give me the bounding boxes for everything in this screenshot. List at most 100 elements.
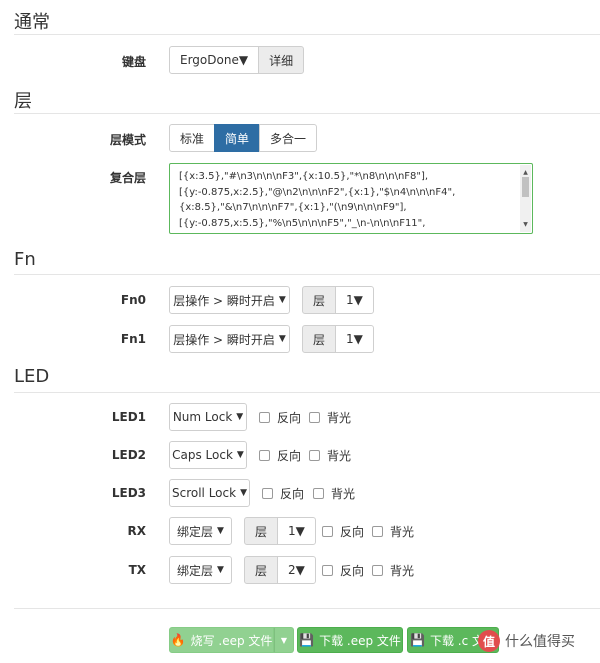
- checkbox-label: 反向: [340, 564, 365, 578]
- led2-backlight-checkbox[interactable]: 背光: [309, 447, 351, 464]
- fn1-action-select[interactable]: 层操作 > 瞬时开启 ▼: [169, 325, 290, 353]
- rx-layer-group: 层 1 ▼: [244, 517, 316, 545]
- rx-select[interactable]: 绑定层 ▼: [169, 517, 232, 545]
- keyboard-group: ErgoDone ▼ 详细: [169, 46, 305, 74]
- caret-down-icon: ▼: [236, 412, 244, 422]
- download-eep-label: 下载 .eep 文件: [319, 633, 401, 648]
- checkbox-label: 背光: [390, 525, 415, 539]
- checkbox-label: 背光: [327, 449, 352, 463]
- textarea-scrollbar[interactable]: ▲ ▼: [520, 165, 531, 232]
- tx-reverse-checkbox[interactable]: 反向: [322, 562, 364, 579]
- led3-label: LED3: [111, 486, 146, 500]
- caret-down-icon: ▼: [236, 450, 244, 460]
- led3-reverse-checkbox[interactable]: 反向: [262, 485, 304, 502]
- fn1-action-value: 层操作 > 瞬时开启: [173, 332, 275, 347]
- burn-eep-button[interactable]: 🔥 烧写 .eep 文件: [169, 627, 274, 653]
- rx-backlight-checkbox[interactable]: 背光: [372, 523, 414, 540]
- burn-eep-label: 烧写 .eep 文件: [190, 633, 273, 648]
- divider: [14, 392, 600, 393]
- watermark-text: 什么值得买: [505, 634, 575, 650]
- tx-label: TX: [128, 563, 146, 577]
- tx-layer-addon: 层: [244, 556, 279, 584]
- section-title-led: LED: [14, 366, 50, 387]
- checkbox-label: 反向: [277, 411, 302, 425]
- checkbox-box[interactable]: [309, 412, 320, 423]
- checkbox-label: 反向: [277, 449, 302, 463]
- keyboard-select[interactable]: ErgoDone ▼: [169, 46, 260, 74]
- fn0-action-select[interactable]: 层操作 > 瞬时开启 ▼: [169, 286, 290, 314]
- checkbox-box[interactable]: [259, 450, 270, 461]
- download-eep-button[interactable]: 💾 下载 .eep 文件: [297, 627, 403, 653]
- checkbox-box[interactable]: [313, 488, 324, 499]
- led3-backlight-checkbox[interactable]: 背光: [313, 485, 355, 502]
- rx-reverse-checkbox[interactable]: 反向: [322, 523, 364, 540]
- checkbox-box[interactable]: [322, 526, 333, 537]
- composite-layer-textarea[interactable]: [{x:3.5},"#\n3\n\n\nF3",{x:10.5},"*\n8\n…: [169, 163, 533, 234]
- rx-label: RX: [127, 524, 147, 538]
- led1-select-value: Num Lock: [172, 410, 233, 424]
- checkbox-box[interactable]: [372, 565, 383, 576]
- section-title-general: 通常: [14, 12, 50, 33]
- save-icon: 💾: [410, 633, 425, 647]
- tx-layer-select[interactable]: 2 ▼: [277, 556, 316, 584]
- caret-down-icon: ▼: [295, 524, 305, 538]
- checkbox-label: 背光: [331, 487, 356, 501]
- caret-down-icon: ▼: [217, 565, 224, 575]
- checkbox-label: 反向: [340, 525, 365, 539]
- led1-label: LED1: [111, 410, 146, 424]
- caret-down-icon: ▼: [278, 295, 286, 305]
- led2-label: LED2: [111, 448, 146, 462]
- led3-select[interactable]: Scroll Lock ▼: [169, 479, 250, 507]
- checkbox-label: 背光: [390, 564, 415, 578]
- scrollbar-thumb[interactable]: [522, 177, 529, 197]
- caret-down-icon: ▼: [238, 53, 249, 67]
- rx-layer-addon: 层: [244, 517, 279, 545]
- fn0-layer-group: 层 1 ▼: [302, 286, 374, 314]
- caret-down-icon: ▼: [278, 334, 286, 344]
- rx-layer-value: 1: [288, 524, 296, 538]
- rx-select-value: 绑定层: [177, 524, 214, 539]
- divider: [14, 34, 600, 35]
- fn0-action-value: 层操作 > 瞬时开启: [173, 293, 275, 308]
- watermark-logo: 值: [478, 630, 500, 652]
- textarea-line: [{y:-0.875,x:5.5},"%\n5\n\n\nF5","_\n-\n…: [179, 217, 426, 229]
- layer-mode-simple[interactable]: 简单: [214, 124, 261, 152]
- divider: [14, 608, 600, 609]
- fn1-label: Fn1: [120, 332, 146, 346]
- fn1-layer-select[interactable]: 1 ▼: [335, 325, 374, 353]
- layer-mode-label: 层模式: [109, 133, 146, 147]
- fn1-layer-addon: 层: [302, 325, 337, 353]
- led2-select[interactable]: Caps Lock ▼: [169, 441, 247, 469]
- checkbox-box[interactable]: [259, 412, 270, 423]
- layer-mode-standard[interactable]: 标准: [169, 124, 216, 152]
- led1-backlight-checkbox[interactable]: 背光: [309, 409, 351, 426]
- fn0-layer-value: 1: [346, 293, 354, 307]
- fn0-layer-select[interactable]: 1 ▼: [335, 286, 374, 314]
- fn0-layer-addon: 层: [302, 286, 337, 314]
- checkbox-box[interactable]: [309, 450, 320, 461]
- led1-reverse-checkbox[interactable]: 反向: [259, 409, 301, 426]
- layer-mode-all-in-one[interactable]: 多合一: [259, 124, 318, 152]
- caret-down-icon: ▼: [217, 526, 224, 536]
- fire-icon: 🔥: [170, 633, 186, 647]
- rx-layer-select[interactable]: 1 ▼: [277, 517, 316, 545]
- led2-reverse-checkbox[interactable]: 反向: [259, 447, 301, 464]
- watermark: 值 什么值得买: [478, 630, 575, 652]
- keyboard-detail-button[interactable]: 详细: [258, 46, 305, 74]
- caret-down-icon: ▼: [353, 293, 363, 307]
- checkbox-box[interactable]: [262, 488, 273, 499]
- composite-layer-label: 复合层: [109, 171, 146, 185]
- tx-select[interactable]: 绑定层 ▼: [169, 556, 232, 584]
- scroll-down-icon[interactable]: ▼: [520, 217, 531, 233]
- checkbox-box[interactable]: [322, 565, 333, 576]
- led2-select-value: Caps Lock: [172, 448, 233, 462]
- save-icon: 💾: [299, 633, 315, 647]
- burn-eep-dropdown[interactable]: ▼: [274, 627, 294, 653]
- tx-backlight-checkbox[interactable]: 背光: [372, 562, 414, 579]
- fn0-label: Fn0: [120, 293, 146, 307]
- checkbox-box[interactable]: [372, 526, 383, 537]
- textarea-line: {x:8.5},"&\n7\n\n\nF7",{x:1},"(\n9\n\n\n…: [179, 202, 407, 213]
- tx-select-value: 绑定层: [177, 563, 214, 578]
- textarea-line: [{y:-0.875,x:2.5},"@\n2\n\n\nF2",{x:1},"…: [179, 186, 456, 198]
- led1-select[interactable]: Num Lock ▼: [169, 403, 247, 431]
